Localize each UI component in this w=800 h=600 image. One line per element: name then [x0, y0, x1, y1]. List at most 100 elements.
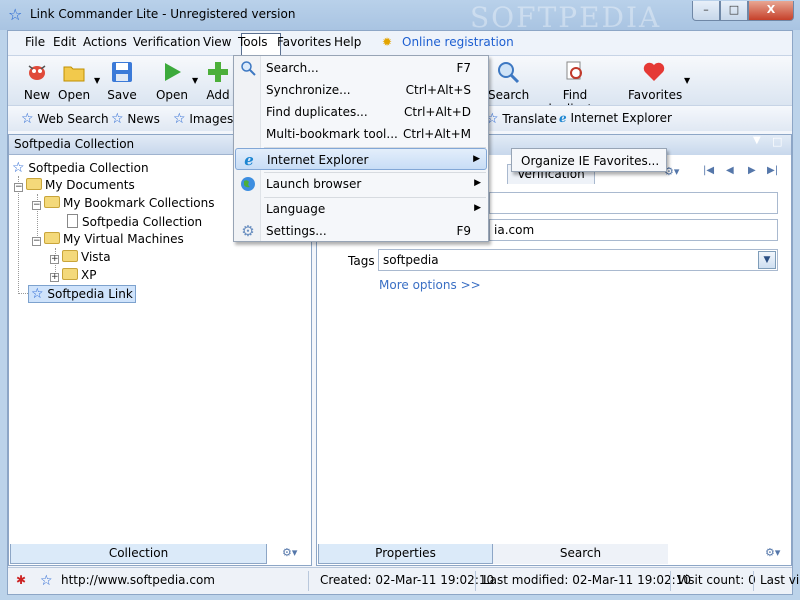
tree-item-root[interactable]: ☆ Softpedia Collection — [12, 160, 149, 176]
tree-item-softpedia-link[interactable]: ☆ Softpedia Link — [28, 285, 136, 303]
tree-label: XP — [81, 268, 97, 282]
tags-label: Tags — [348, 254, 375, 268]
status-visits: Visit count: 0 — [677, 573, 756, 587]
menu-item-shortcut: F9 — [456, 224, 471, 238]
menu-item-label: Language — [266, 202, 326, 216]
tree-item-my-bookmark-collections[interactable]: − My Bookmark Collections — [32, 196, 214, 210]
title-field[interactable] — [489, 192, 778, 214]
ie-icon: ℯ — [559, 111, 567, 125]
tree-item-xp[interactable]: + XP — [50, 268, 96, 282]
menu-help[interactable]: Help — [334, 35, 361, 49]
maximize-button[interactable]: □ — [720, 1, 748, 21]
menu-item-multi-bookmark-tool[interactable]: Multi-bookmark tool... Ctrl+Alt+M — [235, 123, 487, 145]
menu-edit[interactable]: Edit — [53, 35, 76, 49]
collection-header-title: Softpedia Collection — [14, 137, 135, 151]
open-dropdown-icon[interactable]: ▼ — [94, 76, 100, 85]
globe-icon — [241, 177, 255, 191]
folder-icon — [26, 178, 42, 190]
tab-search[interactable]: Search — [493, 544, 668, 564]
properties-gear-icon[interactable]: ⚙▾ — [765, 546, 780, 559]
menu-item-label: Settings... — [266, 224, 327, 238]
online-registration-link[interactable]: Online registration — [402, 35, 514, 49]
new-bug-icon — [28, 65, 46, 80]
tree-label: Vista — [81, 250, 111, 264]
panel-dropdown-icon[interactable]: ▼ — [753, 135, 761, 146]
menu-item-settings[interactable]: ⚙ Settings... F9 — [235, 220, 487, 242]
tree-item-vista[interactable]: + Vista — [50, 250, 111, 264]
nav-prev-icon[interactable]: ◀ — [726, 165, 734, 176]
tree-label: My Bookmark Collections — [63, 196, 215, 210]
find-duplicates-icon — [566, 61, 582, 80]
nav-last-icon[interactable]: ▶| — [767, 165, 778, 176]
tree-item-softpedia-collection[interactable]: Softpedia Collection — [67, 214, 202, 229]
translate-label: Translate — [502, 112, 557, 126]
expand-icon[interactable]: + — [50, 273, 59, 282]
web-search-link[interactable]: ☆ Web Search — [21, 111, 109, 127]
search-button[interactable]: Search — [488, 60, 530, 102]
tags-dropdown-icon[interactable]: ▼ — [758, 251, 776, 269]
document-icon — [67, 214, 78, 228]
menu-item-find-duplicates[interactable]: Find duplicates... Ctrl+Alt+D — [235, 101, 487, 123]
menu-item-search[interactable]: Search... F7 — [235, 57, 487, 79]
menu-item-internet-explorer[interactable]: ℯ Internet Explorer ▶ — [235, 148, 487, 170]
menu-item-launch-browser[interactable]: Launch browser ▶ — [235, 173, 487, 195]
nav-first-icon[interactable]: |◀ — [703, 165, 714, 176]
more-options-link[interactable]: More options >> — [379, 278, 481, 292]
tree-label: Softpedia Link — [47, 287, 133, 301]
menu-tools[interactable]: Tools — [238, 35, 268, 49]
new-button[interactable]: New — [18, 60, 56, 102]
menu-verification[interactable]: Verification — [133, 35, 200, 49]
ie-submenu: Organize IE Favorites... — [511, 148, 667, 172]
panel-maximize-icon[interactable]: □ — [772, 135, 782, 148]
nav-next-icon[interactable]: ▶ — [748, 165, 756, 176]
submenu-arrow-icon: ▶ — [473, 154, 480, 164]
menu-item-language[interactable]: Language ▶ — [235, 198, 487, 220]
save-button[interactable]: Save — [106, 60, 138, 102]
url-field[interactable]: ia.com — [489, 219, 778, 241]
close-button[interactable]: X — [748, 1, 794, 21]
collapse-icon[interactable]: − — [32, 201, 41, 210]
asterisk-icon: ✱ — [16, 573, 27, 587]
collapse-icon[interactable]: − — [32, 237, 41, 246]
favorites-button[interactable]: Favorites — [628, 60, 682, 102]
images-label: Images — [189, 112, 234, 126]
tags-field[interactable]: softpedia — [378, 249, 778, 271]
menu-favorites[interactable]: Favorites — [277, 35, 331, 49]
folder-icon — [44, 196, 60, 208]
url-value: ia.com — [494, 223, 535, 237]
status-bar: ✱ ☆ http://www.softpedia.com Created: 02… — [8, 567, 799, 594]
tree-item-my-virtual-machines[interactable]: − My Virtual Machines — [32, 232, 184, 246]
menu-item-shortcut: F7 — [456, 61, 471, 75]
title-bar[interactable]: ☆ Link Commander Lite - Unregistered ver… — [0, 0, 800, 34]
star-icon: ☆ — [111, 111, 124, 127]
magnifier-icon — [498, 62, 520, 84]
menu-item-organize-ie-favorites[interactable]: Organize IE Favorites... — [521, 154, 659, 168]
open-button[interactable]: Open — [58, 60, 90, 102]
collection-gear-icon[interactable]: ⚙▾ — [282, 546, 297, 559]
minimize-button[interactable]: – — [692, 1, 720, 21]
open-label: Open — [58, 88, 91, 102]
tab-properties[interactable]: Properties — [318, 544, 493, 564]
search-icon — [241, 61, 256, 76]
app-star-icon: ☆ — [8, 5, 23, 24]
add-button[interactable]: Add — [203, 60, 233, 102]
search-label: Search — [488, 88, 530, 102]
menu-item-shortcut: Ctrl+Alt+D — [404, 105, 471, 119]
menu-view[interactable]: View — [203, 35, 231, 49]
expand-icon[interactable]: + — [50, 255, 59, 264]
internet-explorer-link[interactable]: ℯ Internet Explorer — [559, 111, 672, 125]
menu-file[interactable]: File — [25, 35, 45, 49]
tree-item-my-documents[interactable]: − My Documents — [14, 178, 135, 192]
menu-item-synchronize[interactable]: Synchronize... Ctrl+Alt+S — [235, 79, 487, 101]
open-link-dropdown-icon[interactable]: ▼ — [192, 76, 198, 85]
url-star-icon: ☆ — [40, 573, 53, 589]
tab-collection[interactable]: Collection — [10, 544, 267, 564]
collapse-icon[interactable]: − — [14, 183, 23, 192]
translate-link[interactable]: ☆ Translate — [486, 111, 557, 127]
favorites-dropdown-icon[interactable]: ▼ — [684, 76, 690, 85]
menu-bar: File Edit Actions Verification View Tool… — [8, 31, 792, 55]
menu-actions[interactable]: Actions — [83, 35, 127, 49]
news-link[interactable]: ☆ News — [111, 111, 160, 127]
open-link-button[interactable]: Open — [154, 60, 190, 102]
images-link[interactable]: ☆ Images — [173, 111, 233, 127]
